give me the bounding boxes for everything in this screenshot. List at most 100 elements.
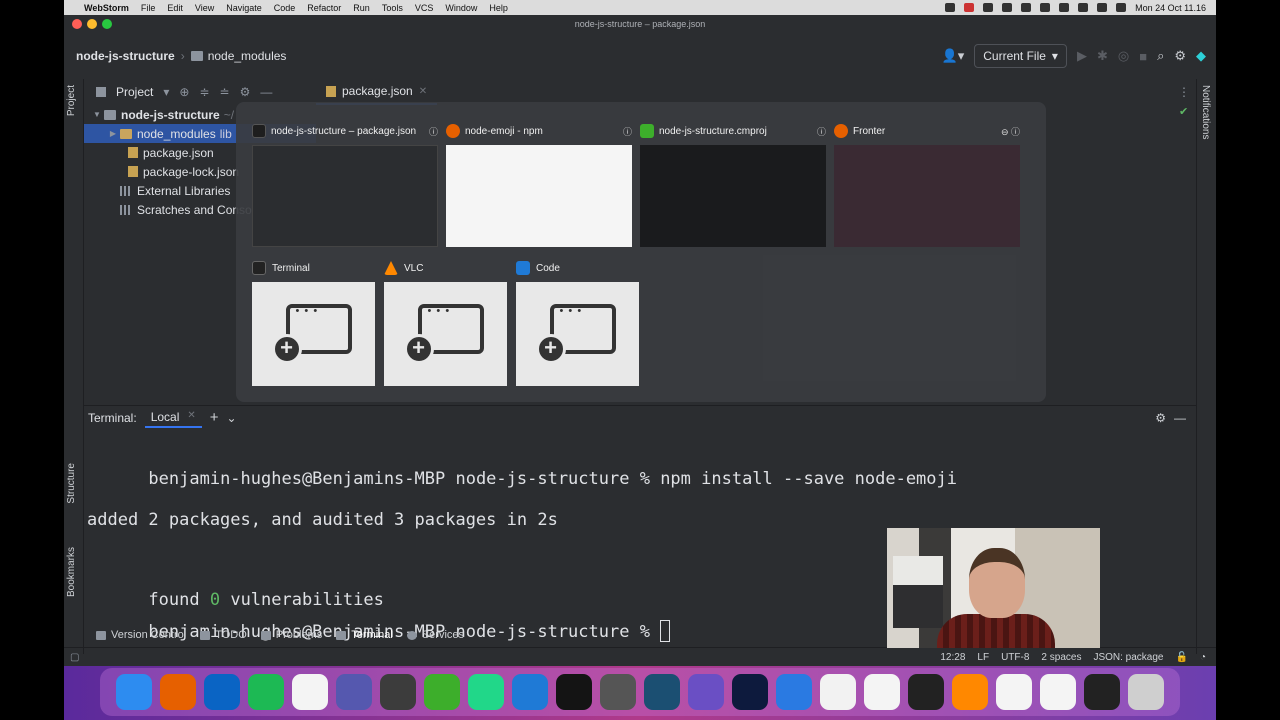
pycharm-icon[interactable] [468, 674, 504, 710]
project-tool-button[interactable]: Project [66, 85, 77, 116]
stop-icon[interactable]: ■ [1139, 49, 1147, 64]
settings-icon[interactable]: ⚙ [1174, 48, 1186, 64]
bookmarks-tool-button[interactable]: Bookmarks [66, 547, 77, 597]
mcu-icon[interactable] [688, 674, 724, 710]
menu-app-name[interactable]: WebStorm [84, 3, 129, 13]
notifications-tool-button[interactable]: Notifications [1200, 85, 1211, 139]
chevron-right-icon[interactable]: ▶ [106, 129, 120, 138]
run-config-selector[interactable]: Current File ▾ [974, 44, 1067, 68]
chevron-down-icon[interactable]: ⌄ [227, 411, 237, 425]
collapse-all-icon[interactable]: ≐ [220, 85, 230, 99]
menu-run[interactable]: Run [353, 3, 370, 13]
menu-tools[interactable]: Tools [382, 3, 403, 13]
status-icon[interactable] [1021, 3, 1032, 12]
chevron-right-icon[interactable]: ▶ [106, 205, 120, 214]
structure-tool-button[interactable]: Structure [66, 463, 77, 504]
control-center-icon[interactable] [1116, 3, 1127, 12]
app-card-vlc[interactable]: VLC + [384, 258, 507, 386]
project-panel-title[interactable]: Project [116, 85, 153, 99]
hide-icon[interactable]: — [1174, 411, 1196, 425]
status-icon[interactable] [945, 3, 956, 12]
tab-todo[interactable]: TODO [200, 629, 247, 641]
chrome-icon[interactable] [864, 674, 900, 710]
expand-all-icon[interactable]: ≑ [199, 85, 209, 99]
menu-window[interactable]: Window [445, 3, 477, 13]
lock-icon[interactable]: 🔓 [1176, 652, 1188, 663]
run-icon[interactable]: ▶ [1077, 48, 1087, 64]
menu-file[interactable]: File [141, 3, 156, 13]
add-icon[interactable]: + [210, 409, 219, 426]
memory-icon[interactable]: ◔ [1200, 652, 1206, 663]
tracker-icon[interactable] [556, 674, 592, 710]
menu-navigate[interactable]: Navigate [226, 3, 262, 13]
minimize-icon[interactable]: ⊖ ⓘ [1001, 125, 1020, 138]
tab-version-control[interactable]: Version Control [96, 629, 186, 641]
vscode-icon[interactable] [512, 674, 548, 710]
window-thumbnail[interactable]: node-js-structure.cmproj ⓘ [640, 122, 826, 247]
typora-icon[interactable] [292, 674, 328, 710]
webstorm-icon[interactable] [732, 674, 768, 710]
info-icon[interactable]: ⓘ [817, 125, 826, 138]
layout-icon[interactable]: ▢ [70, 652, 79, 663]
status-position[interactable]: 12:28 [940, 652, 965, 663]
search-everywhere-icon[interactable]: ⌕ [1157, 48, 1164, 64]
new-window-placeholder[interactable]: + [516, 282, 639, 386]
zoom-window-button[interactable] [102, 19, 112, 29]
window-icon[interactable] [1084, 674, 1120, 710]
battery-icon[interactable] [1059, 3, 1070, 12]
firefox-icon[interactable] [160, 674, 196, 710]
info-icon[interactable]: ⓘ [429, 125, 438, 138]
menubar-clock[interactable]: Mon 24 Oct 11.16 [1135, 3, 1206, 13]
status-line-separator[interactable]: LF [977, 652, 989, 663]
spotify-icon[interactable] [248, 674, 284, 710]
coverage-icon[interactable]: ◎ [1118, 48, 1129, 64]
terminal-tab-local[interactable]: Local ✕ [144, 408, 202, 428]
trash-icon[interactable] [1128, 674, 1164, 710]
chevron-right-icon[interactable]: ▶ [106, 186, 120, 195]
menu-edit[interactable]: Edit [167, 3, 183, 13]
menu-code[interactable]: Code [274, 3, 296, 13]
tab-services[interactable]: Services [406, 629, 464, 641]
new-window-placeholder[interactable]: + [384, 282, 507, 386]
locate-icon[interactable]: ⊕ [179, 85, 189, 99]
more-icon[interactable]: ⋮ [1178, 85, 1196, 99]
gear-icon[interactable]: ⚙ [1155, 411, 1166, 425]
window-thumbnail[interactable]: Fronter ⊖ ⓘ [834, 122, 1020, 247]
record-icon[interactable] [964, 3, 975, 12]
app-card-terminal[interactable]: Terminal + [252, 258, 375, 386]
tab-problems[interactable]: Problems [260, 629, 322, 641]
wifi-icon[interactable] [1078, 3, 1089, 12]
breadcrumb-project[interactable]: node-js-structure [76, 49, 175, 63]
status-icon[interactable] [1040, 3, 1051, 12]
app-card-code[interactable]: Code + [516, 258, 639, 386]
tab-terminal[interactable]: Terminal [336, 629, 393, 641]
status-encoding[interactable]: UTF-8 [1001, 652, 1029, 663]
chevron-down-icon[interactable]: ▼ [90, 110, 104, 119]
document-icon[interactable] [996, 674, 1032, 710]
terminal-icon[interactable] [908, 674, 944, 710]
search-icon[interactable] [1097, 3, 1108, 12]
document2-icon[interactable] [1040, 674, 1076, 710]
menu-view[interactable]: View [195, 3, 214, 13]
user-icon[interactable]: 👤▾ [942, 48, 965, 64]
window-thumbnail[interactable]: node-emoji - npm ⓘ [446, 122, 632, 247]
menu-vcs[interactable]: VCS [415, 3, 434, 13]
breadcrumb-folder[interactable]: node_modules [208, 49, 287, 63]
gear-icon[interactable]: ⚙ [240, 85, 251, 99]
pages-icon[interactable] [820, 674, 856, 710]
close-icon[interactable]: ✕ [419, 86, 427, 97]
close-icon[interactable]: ✕ [187, 410, 195, 424]
outlook-icon[interactable] [204, 674, 240, 710]
chevron-down-icon[interactable]: ▾ [163, 85, 169, 99]
texmaker-icon[interactable] [600, 674, 636, 710]
vlc-icon[interactable] [952, 674, 988, 710]
info-icon[interactable]: ⓘ [623, 125, 632, 138]
transmit-icon[interactable] [776, 674, 812, 710]
menu-help[interactable]: Help [489, 3, 508, 13]
status-icon[interactable] [1002, 3, 1013, 12]
sublime-icon[interactable] [380, 674, 416, 710]
hide-icon[interactable]: — [260, 85, 272, 99]
finder-icon[interactable] [116, 674, 152, 710]
window-thumbnail[interactable]: node-js-structure – package.json ⓘ [252, 122, 438, 247]
status-icon[interactable] [983, 3, 994, 12]
